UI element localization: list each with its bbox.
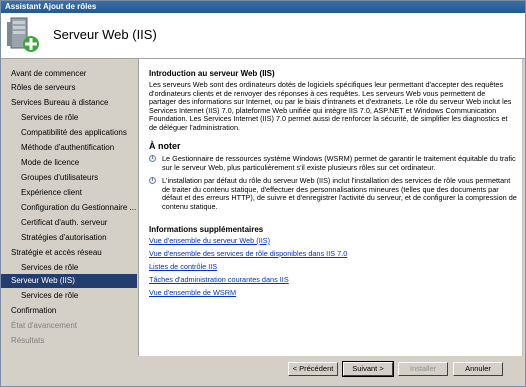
nav-item-methode-authentification[interactable]: Méthode d'authentification	[21, 141, 137, 155]
info-icon: i	[149, 177, 156, 184]
content-panel: Introduction au serveur Web (IIS) Les se…	[138, 59, 523, 356]
nav-item-services-de-role-rds[interactable]: Services de rôle	[21, 111, 137, 125]
intro-heading: Introduction au serveur Web (IIS)	[149, 69, 275, 78]
nav-item-compatibilite-applications[interactable]: Compatibilité des applications	[21, 126, 137, 140]
link-taches-administration-iis[interactable]: Tâches d'administration courantes dans I…	[149, 275, 289, 284]
note-item: i Le Gestionnaire de ressources système …	[149, 154, 519, 173]
note-text: Le Gestionnaire de ressources système Wi…	[162, 154, 516, 172]
previous-button[interactable]: < Précédent	[288, 362, 338, 376]
nav-item-certificat-auth-serveur[interactable]: Certificat d'auth. serveur	[21, 216, 137, 230]
nav-item-serveur-web-iis[interactable]: Serveur Web (IIS)	[1, 274, 137, 288]
wizard-nav: Avant de commencer Rôles de serveurs Ser…	[1, 59, 137, 356]
nav-item-strategies-autorisation[interactable]: Stratégies d'autorisation	[21, 231, 137, 245]
link-vue-ensemble-iis[interactable]: Vue d'ensemble du serveur Web (IIS)	[149, 236, 270, 245]
intro-text: Les serveurs Web sont des ordinateurs do…	[149, 80, 512, 132]
info-icon: i	[149, 155, 156, 162]
cancel-button[interactable]: Annuler	[453, 362, 503, 376]
title-bar: Assistant Ajout de rôles	[1, 1, 525, 13]
nav-item-services-de-role-npas[interactable]: Services de rôle	[21, 261, 137, 275]
nav-item-etat-avancement: État d'avancement	[11, 321, 78, 330]
note-heading: À noter	[149, 141, 181, 151]
note-text: L'installation par défaut du rôle du ser…	[162, 176, 517, 211]
server-role-add-icon	[7, 17, 39, 52]
nav-item-confirmation[interactable]: Confirmation	[11, 304, 137, 318]
nav-item-mode-de-licence[interactable]: Mode de licence	[21, 156, 137, 170]
link-vue-ensemble-wsrm[interactable]: Vue d'ensemble de WSRM	[149, 288, 236, 297]
header-panel: Serveur Web (IIS)	[1, 13, 525, 59]
nav-item-strategie-acces-reseau[interactable]: Stratégie et accès réseau	[11, 246, 137, 260]
nav-item-services-de-role-iis[interactable]: Services de rôle	[21, 289, 137, 303]
page-title: Serveur Web (IIS)	[53, 27, 157, 42]
nav-item-avant-de-commencer[interactable]: Avant de commencer	[11, 67, 137, 81]
button-bar: < Précédent Suivant > Installer Annuler	[1, 356, 525, 386]
nav-item-services-bureau-distance[interactable]: Services Bureau à distance	[11, 96, 137, 110]
info-heading: Informations supplémentaires	[149, 225, 264, 234]
nav-item-resultats: Résultats	[11, 336, 45, 345]
next-button[interactable]: Suivant >	[342, 361, 394, 377]
nav-item-roles-de-serveurs[interactable]: Rôles de serveurs	[11, 81, 137, 95]
nav-item-configuration-gestionnaire[interactable]: Configuration du Gestionnaire ...	[21, 201, 137, 215]
link-listes-controle-iis[interactable]: Listes de contrôle IIS	[149, 262, 217, 271]
install-button: Installer	[398, 362, 448, 376]
nav-item-experience-client[interactable]: Expérience client	[21, 186, 137, 200]
wizard-window: Assistant Ajout de rôles Serveur Web (II…	[0, 0, 526, 387]
note-item: i L'installation par défaut du rôle du s…	[149, 176, 519, 213]
nav-item-groupes-utilisateurs[interactable]: Groupes d'utilisateurs	[21, 171, 137, 185]
link-services-de-role-iis7[interactable]: Vue d'ensemble des services de rôle disp…	[149, 249, 347, 258]
